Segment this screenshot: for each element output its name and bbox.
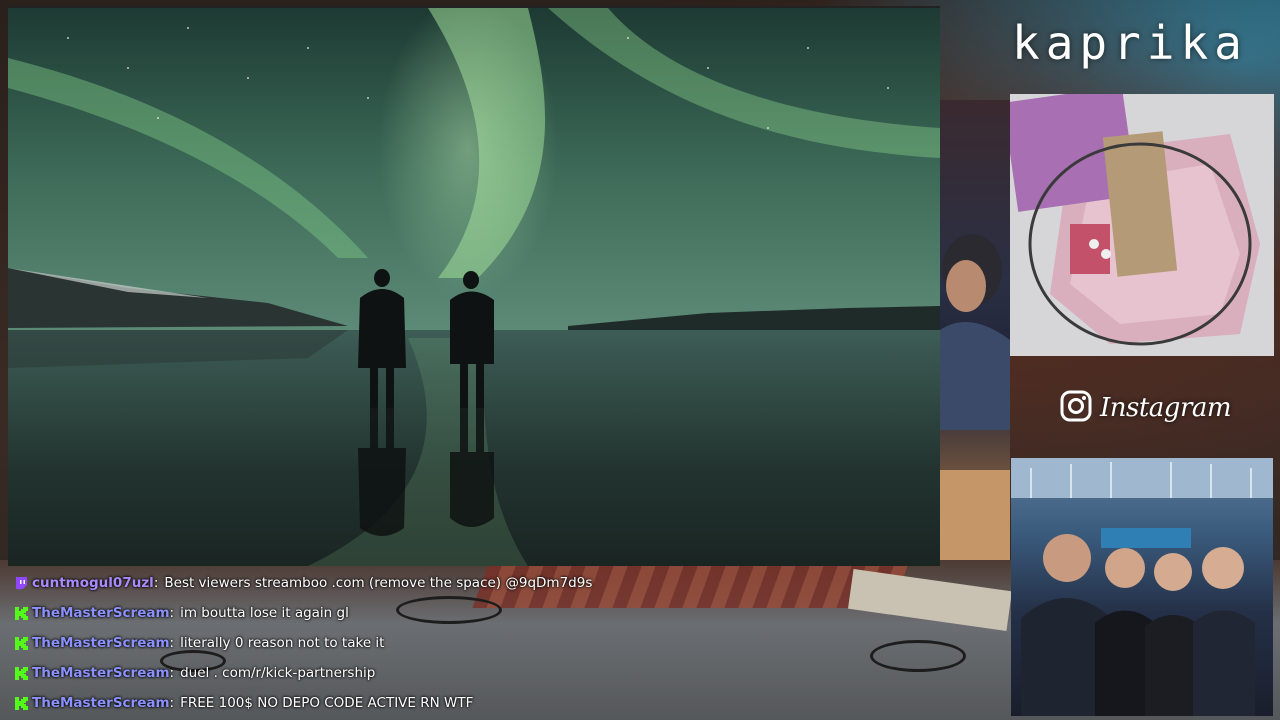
instagram-label: Instagram — [1100, 393, 1232, 423]
chat-separator: : — [169, 665, 175, 681]
kick-icon — [14, 636, 28, 650]
streamer-name: kaprika — [1012, 16, 1248, 70]
chat-message: cuntmogul07uzl: Best viewers streamboo .… — [14, 568, 774, 598]
chat-text: Best viewers streamboo .com (remove the … — [164, 575, 593, 591]
instagram-link[interactable]: Instagram — [1060, 388, 1232, 428]
streamer-silhouette — [940, 234, 1010, 560]
group-photo — [1011, 458, 1273, 716]
chat-separator: : — [169, 605, 175, 621]
aurora-scene — [8, 8, 940, 566]
chat-message: TheMasterScream: im boutta lose it again… — [14, 598, 774, 628]
outfit-flatlay-image — [1010, 94, 1274, 356]
event-group-photo — [1011, 458, 1273, 716]
chat-separator: : — [169, 695, 175, 711]
chat-message: TheMasterScream: duel . com/r/kick-partn… — [14, 658, 774, 688]
instagram-icon — [1060, 390, 1092, 426]
chat-separator: : — [169, 635, 175, 651]
webcam-feed — [940, 100, 1010, 560]
cable — [870, 640, 966, 672]
chat-username: TheMasterScream — [32, 665, 170, 681]
chat-username: TheMasterScream — [32, 635, 170, 651]
chat-overlay: cuntmogul07uzl: Best viewers streamboo .… — [14, 568, 774, 718]
chat-text: FREE 100$ NO DEPO CODE ACTIVE RN WTF — [180, 695, 474, 711]
chat-username: TheMasterScream — [32, 695, 170, 711]
chat-text: im boutta lose it again gl — [180, 605, 349, 621]
chat-username: TheMasterScream — [32, 605, 170, 621]
chat-separator: : — [153, 575, 159, 591]
main-video-aurora — [8, 6, 940, 566]
outfit-flatlay — [1010, 94, 1274, 356]
kick-icon — [14, 666, 28, 680]
chat-message: TheMasterScream: literally 0 reason not … — [14, 628, 774, 658]
chat-username: cuntmogul07uzl — [32, 575, 154, 591]
kick-icon — [14, 606, 28, 620]
chat-text: literally 0 reason not to take it — [180, 635, 385, 651]
twitch-icon — [14, 576, 28, 590]
chat-text: duel . com/r/kick-partnership — [180, 665, 376, 681]
chat-message: TheMasterScream: FREE 100$ NO DEPO CODE … — [14, 688, 774, 718]
kick-icon — [14, 696, 28, 710]
